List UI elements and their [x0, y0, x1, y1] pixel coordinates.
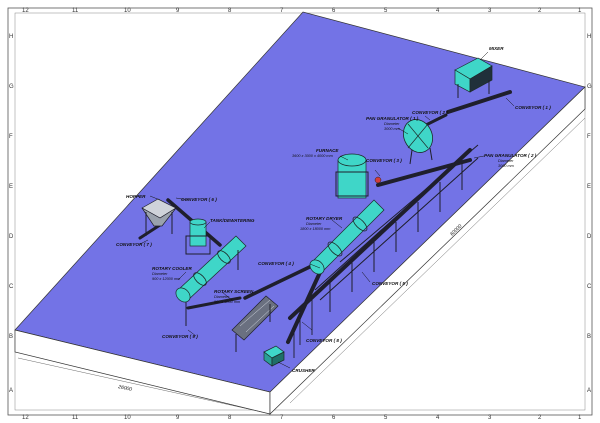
plant-layout-svg: 12 11 10 9 8 7 6 5 4 3 2 1 12 11 10 9 8 …: [7, 7, 593, 421]
label-pan-granulator-1: PAN GRANULATOR ( 1 ): [366, 116, 419, 121]
label-rotary-dryer-sub2: 1800 x 18000 mm: [300, 227, 330, 231]
row-label: F: [587, 134, 591, 140]
label-rotary-cooler: ROTARY COOLER: [152, 266, 192, 271]
label-furnace: FURNACE: [316, 148, 339, 153]
row-label: H: [587, 34, 591, 40]
col-label: 2: [538, 415, 542, 421]
row-label: A: [587, 388, 591, 394]
row-label: F: [9, 134, 13, 140]
left-row-labels: H G F E D C B A: [9, 34, 14, 394]
col-label: 12: [22, 8, 29, 14]
label-conveyor-2: CONVEYOR ( 2 ): [412, 110, 448, 115]
label-pan-granulator-1-sub1: Diameter: [384, 122, 400, 126]
label-conveyor-6: CONVEYOR ( 6 ): [181, 197, 217, 202]
col-label: 12: [22, 415, 29, 421]
label-pan-granulator-1-sub2: 3000 mm: [384, 127, 400, 131]
col-label: 11: [72, 415, 79, 421]
furnace-burner: [374, 176, 382, 184]
label-mixer: MIXER: [489, 46, 504, 51]
tank-body: [189, 221, 207, 247]
col-label: 8: [228, 415, 232, 421]
label-rotary-screen-sub2: 900 x 6000 mm: [214, 300, 240, 304]
label-pan-granulator-2-sub1: Diameter: [498, 159, 514, 163]
label-rotary-screen: ROTARY SCREEN: [214, 289, 254, 294]
row-label: B: [9, 334, 13, 340]
label-furnace-sub1: 3600 x 3000 x 4000 mm: [292, 154, 333, 158]
row-label: H: [9, 34, 13, 40]
row-label: C: [9, 284, 14, 290]
col-label: 1: [578, 415, 582, 421]
dim-width: 26000: [117, 384, 133, 393]
label-conveyor-1: CONVEYOR ( 1 ): [515, 105, 551, 110]
row-label: D: [587, 234, 592, 240]
platform: [14, 11, 586, 415]
label-rotary-dryer-sub1: Diameter: [306, 222, 322, 226]
col-label: 7: [280, 415, 284, 421]
leader: [479, 51, 489, 61]
col-label: 9: [176, 415, 180, 421]
label-conveyor-5: CONVEYOR ( 5 ): [372, 281, 408, 286]
label-pan-granulator-2-sub2: 3000 mm: [498, 164, 514, 168]
label-tank: TANK/DEWATERING: [210, 218, 255, 223]
layout-drawing: 12 11 10 9 8 7 6 5 4 3 2 1 12 11 10 9 8 …: [0, 0, 600, 423]
tank-top: [189, 218, 207, 226]
label-rotary-dryer: ROTARY DRYER: [306, 216, 343, 221]
furnace-top: [337, 153, 367, 167]
row-label: G: [9, 84, 14, 90]
col-label: 10: [124, 8, 131, 14]
label-rotary-screen-sub1: Diameter: [214, 295, 230, 299]
label-conveyor-9: CONVEYOR ( 9 ): [162, 334, 198, 339]
label-conveyor-7: CONVEYOR ( 7 ): [116, 242, 152, 247]
row-label: C: [587, 284, 592, 290]
right-row-labels: H G F E D C B A: [587, 34, 592, 394]
col-label: 10: [124, 415, 131, 421]
label-pan-granulator-2: PAN GRANULATOR ( 2 ): [484, 153, 537, 158]
col-label: 3: [488, 415, 492, 421]
label-crusher: CRUSHER: [292, 368, 315, 373]
label-rotary-cooler-sub1: Diameter: [152, 272, 168, 276]
label-conveyor-3: CONVEYOR ( 3 ): [366, 158, 402, 163]
label-conveyor-4: CONVEYOR ( 4 ): [258, 261, 294, 266]
col-label: 5: [384, 415, 388, 421]
row-label: G: [587, 84, 592, 90]
row-label: D: [9, 234, 14, 240]
col-label: 6: [332, 415, 336, 421]
col-label: 4: [436, 415, 440, 421]
label-hopper: HOPPER: [126, 194, 146, 199]
label-conveyor-8: CONVEYOR ( 8 ): [306, 338, 342, 343]
row-label: A: [9, 388, 13, 394]
row-label: E: [587, 184, 591, 190]
row-label: E: [9, 184, 13, 190]
col-label: 11: [72, 8, 79, 14]
bottom-column-labels: 12 11 10 9 8 7 6 5 4 3 2 1: [22, 415, 582, 421]
label-rotary-cooler-sub2: 900 x 12000 mm: [152, 277, 180, 281]
row-label: B: [587, 334, 591, 340]
